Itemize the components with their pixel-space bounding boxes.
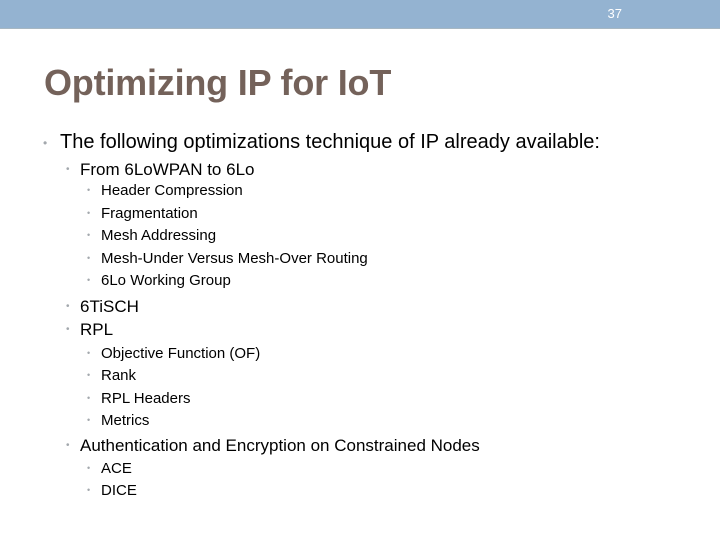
bullet-icon: • bbox=[87, 230, 91, 240]
bullet-subitem: • ACE bbox=[87, 460, 132, 477]
bullet-text: Mesh Addressing bbox=[101, 227, 217, 244]
bullet-text: Header Compression bbox=[101, 182, 243, 199]
bullet-icon: • bbox=[87, 185, 91, 195]
bullet-text: 6TiSCH bbox=[80, 297, 139, 316]
bullet-icon: • bbox=[87, 253, 91, 263]
bullet-text: 6Lo Working Group bbox=[101, 272, 231, 289]
bullet-icon: • bbox=[66, 440, 70, 451]
bullet-subitem: • Fragmentation bbox=[87, 205, 198, 222]
bullet-subitem: • Objective Function (OF) bbox=[87, 345, 261, 362]
header-bar: 37 bbox=[0, 0, 720, 29]
bullet-subitem: • Rank bbox=[87, 367, 137, 384]
bullet-text: DICE bbox=[101, 482, 137, 499]
bullet-subitem: • DICE bbox=[87, 482, 137, 499]
bullet-text: Mesh-Under Versus Mesh-Over Routing bbox=[101, 250, 368, 267]
bullet-text: Authentication and Encryption on Constra… bbox=[80, 436, 480, 455]
bullet-text: Metrics bbox=[101, 412, 150, 429]
bullet-icon: • bbox=[66, 324, 70, 335]
bullet-text: ACE bbox=[101, 460, 132, 477]
bullet-text: From 6LoWPAN to 6Lo bbox=[80, 160, 255, 179]
bullet-section: • Authentication and Encryption on Const… bbox=[66, 436, 480, 456]
bullet-text: The following optimizations technique of… bbox=[60, 131, 600, 153]
slide-number: 37 bbox=[607, 6, 622, 21]
bullet-section: • RPL bbox=[66, 320, 114, 340]
bullet-icon: • bbox=[87, 393, 91, 403]
bullet-icon: • bbox=[87, 370, 91, 380]
bullet-icon: • bbox=[66, 301, 70, 312]
bullet-icon: • bbox=[87, 208, 91, 218]
bullet-intro: • The following optimizations technique … bbox=[43, 131, 600, 154]
bullet-subitem: • RPL Headers bbox=[87, 390, 191, 407]
bullet-subitem: • Mesh Addressing bbox=[87, 227, 217, 244]
bullet-text: Rank bbox=[101, 367, 137, 384]
bullet-icon: • bbox=[43, 136, 48, 150]
bullet-icon: • bbox=[87, 275, 91, 285]
bullet-text: RPL bbox=[80, 320, 114, 339]
bullet-subitem: • Header Compression bbox=[87, 182, 243, 199]
bullet-subitem: • 6Lo Working Group bbox=[87, 272, 231, 289]
bullet-icon: • bbox=[66, 164, 70, 175]
bullet-section: • From 6LoWPAN to 6Lo bbox=[66, 160, 255, 180]
bullet-text: Fragmentation bbox=[101, 205, 198, 222]
bullet-icon: • bbox=[87, 485, 91, 495]
bullet-text: Objective Function (OF) bbox=[101, 345, 261, 362]
slide-title: Optimizing IP for IoT bbox=[44, 62, 392, 103]
bullet-icon: • bbox=[87, 415, 91, 425]
bullet-icon: • bbox=[87, 348, 91, 358]
bullet-text: RPL Headers bbox=[101, 390, 191, 407]
bullet-subitem: • Metrics bbox=[87, 412, 150, 429]
bullet-icon: • bbox=[87, 463, 91, 473]
bullet-section: • 6TiSCH bbox=[66, 297, 139, 317]
bullet-subitem: • Mesh-Under Versus Mesh-Over Routing bbox=[87, 250, 368, 267]
